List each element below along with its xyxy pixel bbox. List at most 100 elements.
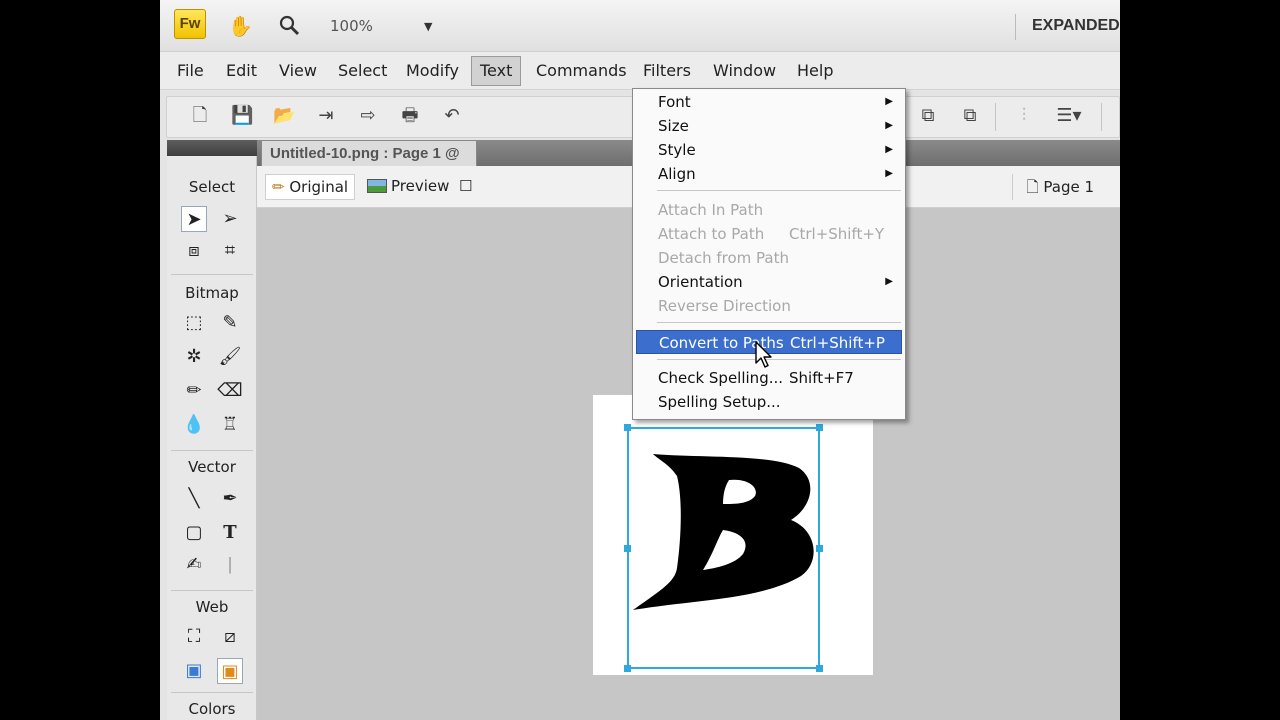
menu-item-style[interactable]: Style ▶ — [633, 138, 905, 162]
resize-handle[interactable] — [816, 665, 823, 672]
hand-icon[interactable]: ✋ — [228, 14, 253, 38]
page-icon: 🗋 — [1026, 178, 1039, 196]
zoom-dropdown-icon[interactable]: ▼ — [424, 20, 432, 33]
text-tool-icon[interactable]: T — [217, 520, 243, 546]
tools-panel: Select ➤ ➢ ⧈ ⌗ Bitmap ⬚ ✎ ✲ 🖌 ✏ ⌫ 💧 ♖ Ve… — [167, 140, 257, 720]
show-slices-icon[interactable]: ▣ — [217, 658, 243, 684]
tools-section-web: Web — [195, 598, 229, 616]
tools-section-bitmap: Bitmap — [185, 284, 239, 302]
tools-section-vector: Vector — [188, 458, 236, 476]
menu-item-size[interactable]: Size ▶ — [633, 114, 905, 138]
export-icon[interactable]: ⇨ — [357, 105, 379, 127]
slice-tool-icon[interactable]: ⧄ — [217, 624, 243, 650]
page-selector[interactable]: 🗋 Page 1 — [1011, 174, 1094, 200]
fireworks-window: Fw ✋ 100% ▼ EXPANDED File Edit View Sele… — [160, 0, 1120, 720]
menu-item-spelling-setup[interactable]: Spelling Setup... — [633, 390, 905, 414]
resize-handle[interactable] — [816, 424, 823, 431]
menu-select[interactable]: Select — [338, 52, 387, 90]
menu-view[interactable]: View — [279, 52, 317, 90]
eraser-tool-icon[interactable]: ⌫ — [217, 378, 243, 404]
artboard[interactable] — [593, 395, 873, 675]
new-document-icon[interactable]: 🗋 — [189, 105, 211, 127]
zoom-level[interactable]: 100% — [330, 17, 373, 35]
submenu-arrow-icon: ▶ — [885, 144, 893, 155]
resize-handle[interactable] — [624, 424, 631, 431]
pencil-tool-icon[interactable]: ✏ — [181, 378, 207, 404]
brush-tool-icon[interactable]: 🖌 — [217, 344, 243, 370]
open-icon[interactable]: 📂 — [273, 105, 295, 127]
menu-separator — [657, 359, 901, 360]
send-backward-icon[interactable]: ⧉ — [917, 105, 939, 127]
import-icon[interactable]: ⇥ — [315, 105, 337, 127]
menu-bar: File Edit View Select Modify Text Comman… — [160, 52, 1120, 90]
submenu-arrow-icon: ▶ — [885, 276, 893, 287]
menu-file[interactable]: File — [177, 52, 204, 90]
submenu-arrow-icon: ▶ — [885, 96, 893, 107]
preview-view-label: Preview — [391, 177, 450, 195]
selection-bounding-box[interactable] — [624, 424, 823, 672]
tools-section-colors: Colors — [188, 700, 236, 718]
divider — [1015, 14, 1016, 40]
hotspot-tool-icon[interactable]: ⛶ — [181, 624, 207, 650]
menu-window[interactable]: Window — [713, 52, 776, 90]
menu-item-orientation[interactable]: Orientation ▶ — [633, 270, 905, 294]
menu-item-attach-to-path[interactable]: Attach to Path Ctrl+Shift+Y — [633, 222, 905, 246]
panel-grip[interactable] — [167, 140, 257, 156]
submenu-arrow-icon: ▶ — [885, 120, 893, 131]
title-bar: Fw ✋ 100% ▼ EXPANDED — [160, 0, 1120, 52]
menu-separator — [657, 322, 901, 323]
menu-help[interactable]: Help — [797, 52, 833, 90]
menu-modify[interactable]: Modify — [406, 52, 459, 90]
scale-tool-icon[interactable]: ⧈ — [181, 238, 207, 264]
menu-commands[interactable]: Commands — [536, 52, 627, 90]
knife-tool-icon[interactable]: ǀ — [217, 552, 243, 578]
magic-wand-icon[interactable]: ✲ — [181, 344, 207, 370]
magnifier-icon[interactable] — [278, 14, 300, 41]
lasso-tool-icon[interactable]: ✎ — [217, 310, 243, 336]
resize-handle[interactable] — [624, 545, 631, 552]
hide-slices-icon[interactable]: ▣ — [181, 658, 207, 684]
page-label: Page 1 — [1043, 178, 1094, 196]
distribute-icon[interactable]: ⫶ — [1013, 105, 1035, 127]
menu-item-font[interactable]: Font ▶ — [633, 90, 905, 114]
preview-view-button[interactable]: Preview — [361, 174, 455, 200]
send-to-back-icon[interactable]: ⧉ — [959, 105, 981, 127]
align-dropdown-icon[interactable]: ☰▾ — [1049, 105, 1089, 127]
menu-filters[interactable]: Filters — [643, 52, 691, 90]
document-tab[interactable]: Untitled-10.png : Page 1 @ — [261, 140, 477, 166]
workspace-switcher[interactable]: EXPANDED — [1032, 17, 1120, 35]
resize-handle[interactable] — [624, 665, 631, 672]
menu-separator — [657, 190, 901, 191]
menu-item-reverse-direction[interactable]: Reverse Direction — [633, 294, 905, 318]
divider — [171, 274, 253, 275]
menu-item-attach-in-path[interactable]: Attach In Path — [633, 198, 905, 222]
print-icon[interactable]: 🖶 — [399, 105, 421, 127]
original-view-label: Original — [289, 178, 349, 196]
divider — [171, 590, 253, 591]
pencil-icon: ✏ — [272, 178, 285, 196]
2up-view-button[interactable]: ☐ — [453, 174, 478, 200]
menu-item-detach-from-path[interactable]: Detach from Path — [633, 246, 905, 270]
freeform-tool-icon[interactable]: ✍ — [181, 552, 207, 578]
original-view-button[interactable]: ✏ Original — [265, 174, 356, 200]
menu-text[interactable]: Text — [471, 56, 522, 86]
pen-tool-icon[interactable]: ✒ — [217, 486, 243, 512]
subselection-tool-icon[interactable]: ➢ — [217, 206, 243, 232]
rectangle-tool-icon[interactable]: ▢ — [181, 520, 207, 546]
undo-icon[interactable]: ↶ — [441, 105, 463, 127]
divider — [171, 450, 253, 451]
resize-handle[interactable] — [816, 545, 823, 552]
divider — [1101, 103, 1102, 131]
menu-item-align[interactable]: Align ▶ — [633, 162, 905, 186]
submenu-arrow-icon: ▶ — [885, 168, 893, 179]
mouse-cursor-icon — [755, 341, 772, 368]
marquee-tool-icon[interactable]: ⬚ — [181, 310, 207, 336]
menu-edit[interactable]: Edit — [226, 52, 257, 90]
line-tool-icon[interactable]: ╲ — [181, 486, 207, 512]
crop-tool-icon[interactable]: ⌗ — [217, 238, 243, 264]
save-icon[interactable]: 💾 — [231, 105, 253, 127]
blur-tool-icon[interactable]: 💧 — [181, 412, 207, 438]
pointer-tool-icon[interactable]: ➤ — [181, 206, 207, 232]
rubber-stamp-icon[interactable]: ♖ — [217, 412, 243, 438]
preview-image-icon — [367, 179, 387, 193]
